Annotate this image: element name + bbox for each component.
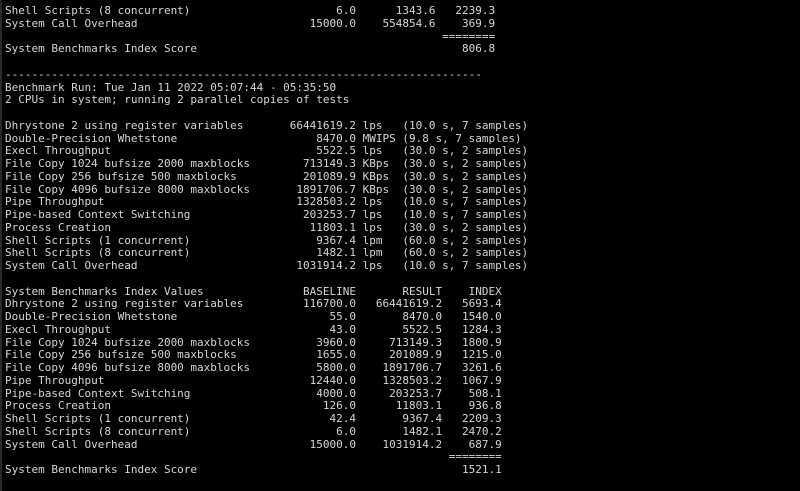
terminal-line: File Copy 4096 bufsize 8000 maxblocks 58… (5, 361, 502, 374)
terminal-line: System Benchmarks Index Score 806.8 (5, 42, 496, 56)
terminal-line: System Call Overhead 15000.0 554854.6 36… (5, 16, 496, 30)
terminal-window[interactable]: Shell Scripts (8 concurrent) 6.0 1343.6 … (0, 0, 800, 491)
terminal-line: Shell Scripts (1 concurrent) 42.4 9367.4… (5, 412, 502, 425)
terminal-line: Process Creation 11803.1 lps (30.0 s, 2 … (5, 220, 529, 234)
terminal-line: System Call Overhead 1031914.2 lps (10.0… (5, 259, 529, 272)
terminal-line: Shell Scripts (8 concurrent) 6.0 1482.1 … (5, 424, 502, 438)
terminal-line: Pipe Throughput 12440.0 1328503.2 1067.9 (5, 373, 502, 387)
terminal-line: System Benchmarks Index Score 1521.1 (5, 463, 502, 476)
terminal-line: ----------------------------------------… (5, 67, 482, 81)
terminal-line: Shell Scripts (8 concurrent) 6.0 1343.6 … (5, 4, 496, 17)
terminal-line: Dhrystone 2 using register variables 664… (5, 118, 529, 132)
terminal-line: File Copy 1024 bufsize 2000 maxblocks 71… (5, 157, 529, 170)
terminal-left-border (0, 0, 2, 491)
terminal-line: 2 CPUs in system; running 2 parallel cop… (5, 93, 350, 107)
terminal-line: Pipe-based Context Switching 203253.7 lp… (5, 208, 529, 221)
terminal-line: Execl Throughput 43.0 5522.5 1284.3 (5, 322, 502, 336)
terminal-line: Double-Precision Whetstone 55.0 8470.0 1… (5, 310, 502, 323)
terminal-line: File Copy 256 bufsize 500 maxblocks 2010… (5, 169, 529, 183)
